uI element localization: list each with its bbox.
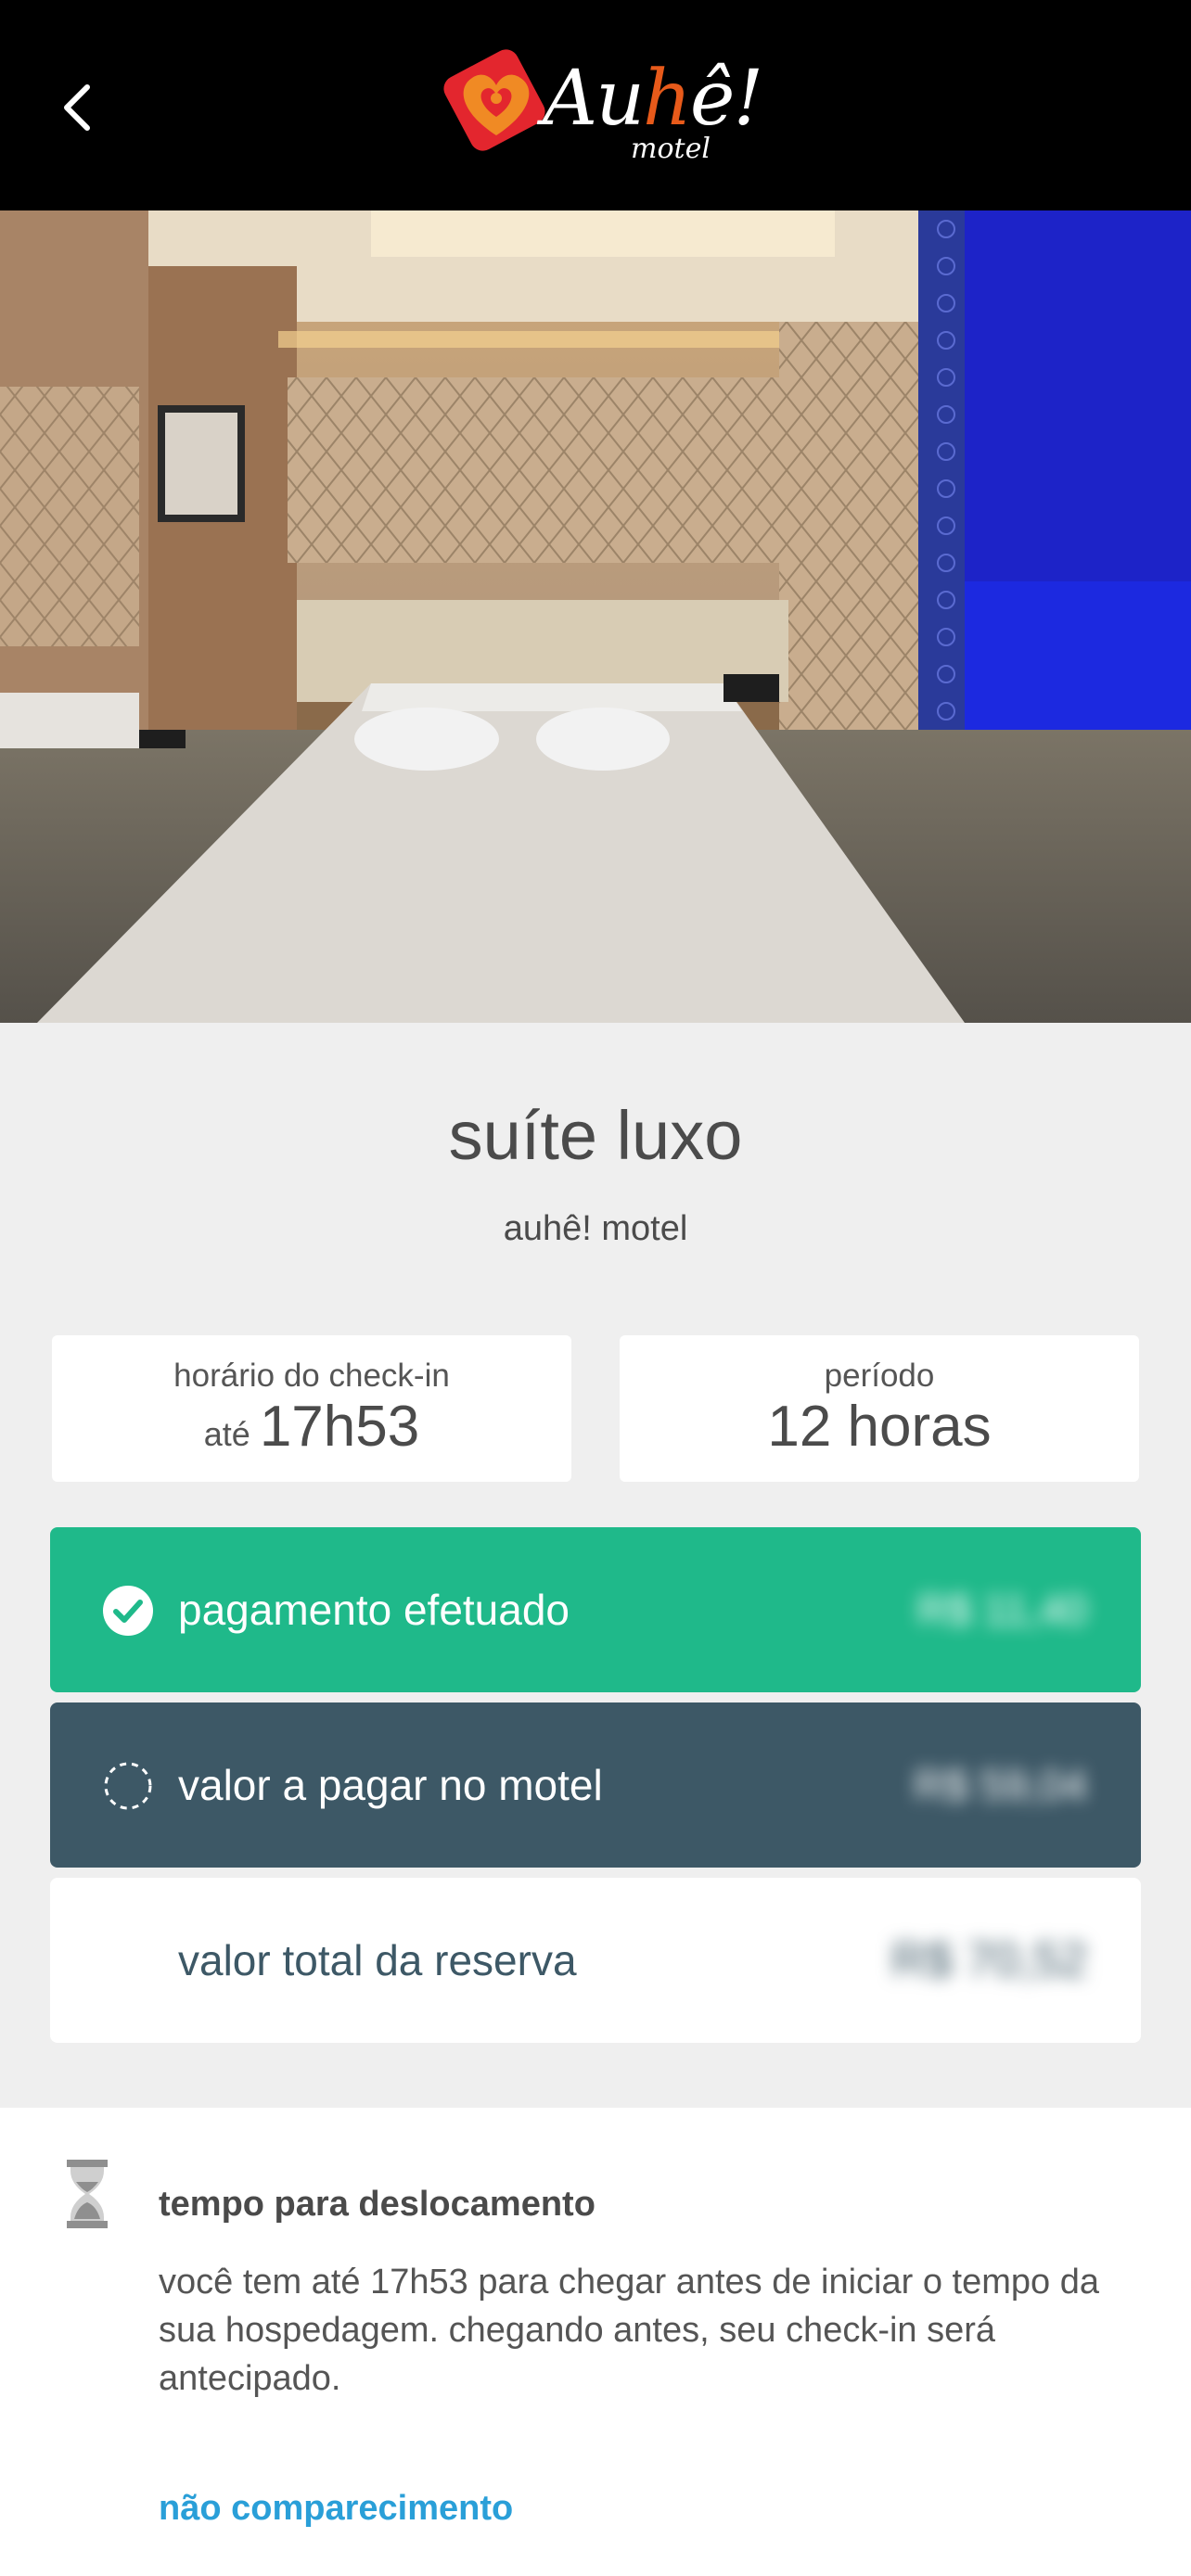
motel-name: auhê! motel [503, 1209, 688, 1248]
total-amount: R$ 70,52 [890, 1933, 1087, 1987]
heart-logo-icon [443, 49, 545, 151]
period-card: período 12 horas [620, 1335, 1139, 1482]
checkin-value: até 17h53 [52, 1398, 571, 1456]
suite-photo [0, 210, 1191, 1023]
suite-name: suíte luxo [448, 1097, 743, 1174]
payment-made-row[interactable]: pagamento efetuado R$ 11,40 [50, 1527, 1141, 1692]
period-value: 12 horas [767, 1395, 992, 1459]
hourglass-icon [67, 2160, 108, 2228]
total-label: valor total da reserva [178, 1936, 577, 1984]
check-circle-icon [103, 1586, 153, 1636]
checkin-prefix: até [203, 1415, 250, 1453]
travel-info-section: tempo para deslocamento você tem até 17h… [0, 2108, 1191, 2576]
checkin-card: horário do check-in até 17h53 [52, 1335, 571, 1482]
total-row: valor total da reserva R$ 70,52 [50, 1878, 1141, 2043]
amount-due-amount: R$ 59,04 [914, 1761, 1087, 1809]
app-header: Auhê! motel [0, 0, 1191, 210]
motel-logo: Auhê! motel [441, 41, 763, 171]
logo-wordmark: Auhê! [543, 55, 763, 143]
payment-made-amount: R$ 11,40 [916, 1586, 1087, 1634]
back-button[interactable] [48, 70, 108, 145]
checkin-time: 17h53 [259, 1395, 420, 1459]
travel-description: você tem até 17h53 para chegar antes de … [159, 2263, 1099, 2398]
travel-heading: tempo para deslocamento [159, 2185, 596, 2224]
checkin-label: horário do check-in [173, 1358, 450, 1394]
payment-made-label: pagamento efetuado [178, 1586, 570, 1634]
logo-subtitle: motel [631, 133, 711, 165]
period-label: período [824, 1358, 935, 1394]
chevron-left-icon [64, 84, 90, 131]
no-show-link[interactable]: não comparecimento [159, 2491, 513, 2526]
pending-circle-icon [104, 1762, 152, 1810]
amount-due-label: valor a pagar no motel [178, 1761, 603, 1809]
amount-due-row[interactable]: valor a pagar no motel R$ 59,04 [50, 1702, 1141, 1868]
